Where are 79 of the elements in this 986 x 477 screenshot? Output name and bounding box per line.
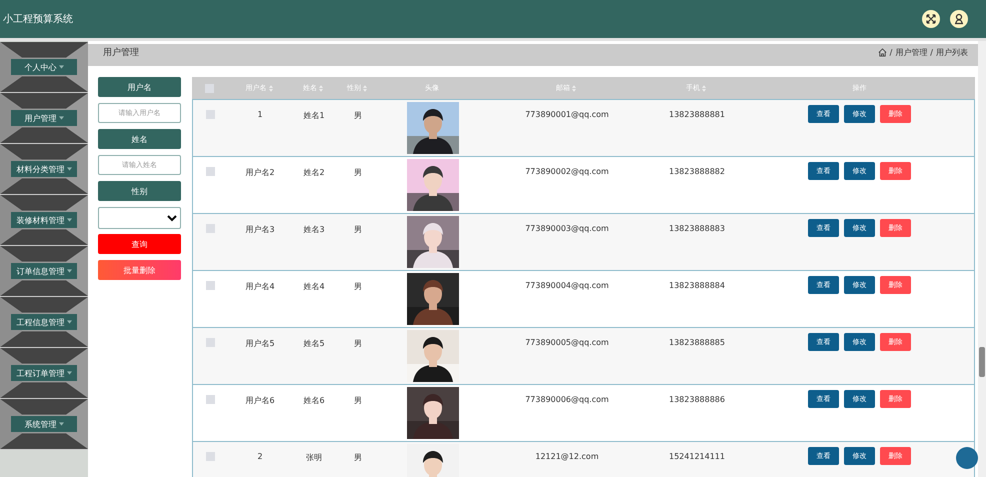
- table-cell: 773890005@qq.com: [525, 338, 609, 347]
- table-cell: 773890002@qq.com: [525, 167, 609, 176]
- caret-icon: [66, 269, 72, 273]
- caret-icon: [66, 167, 72, 171]
- checkbox[interactable]: [206, 338, 214, 347]
- field-label: 性别: [98, 181, 181, 201]
- breadcrumb-link[interactable]: 用户管理: [895, 47, 928, 58]
- table-cell: 男: [354, 338, 362, 349]
- table-cell: 姓名6: [303, 395, 325, 406]
- sort-icon[interactable]: [572, 84, 576, 92]
- sidebar-item[interactable]: 工程信息管理: [0, 297, 88, 348]
- table-cell: 姓名5: [303, 338, 325, 349]
- caret-icon: [66, 320, 72, 324]
- table-cell: 姓名3: [303, 224, 325, 235]
- table-cell: 男: [354, 224, 362, 235]
- breadcrumb-separator: /: [930, 48, 933, 57]
- app-title: 小工程预算系统: [3, 12, 73, 26]
- query-button[interactable]: 查询: [98, 234, 181, 254]
- sidebar-item[interactable]: 用户管理: [0, 93, 88, 144]
- caret-icon: [66, 371, 72, 375]
- breadcrumb-link[interactable]: 用户列表: [936, 47, 968, 58]
- checkbox[interactable]: [206, 395, 214, 404]
- checkbox[interactable]: [204, 84, 214, 92]
- table-cell: 男: [354, 167, 362, 178]
- table-cell: 13823888883: [669, 224, 725, 233]
- table-cell: 773890006@qq.com: [525, 395, 609, 404]
- table-cell: 13823888885: [669, 338, 725, 347]
- table-cell: 男: [354, 110, 362, 121]
- checkbox[interactable]: [206, 452, 214, 461]
- sort-icon[interactable]: [363, 84, 367, 92]
- user-icon[interactable]: [950, 10, 968, 28]
- checkbox[interactable]: [206, 110, 214, 119]
- table-cell: 用户名3: [245, 224, 275, 235]
- table-cell: 用户名5: [245, 338, 275, 349]
- table-cell: 用户名6: [245, 395, 275, 406]
- sidebar-item[interactable]: 材料分类管理: [0, 144, 88, 195]
- select-field[interactable]: [98, 207, 181, 229]
- table-cell: 姓名1: [303, 110, 325, 121]
- table-cell: 13823888886: [669, 395, 725, 404]
- field-label: 姓名: [98, 129, 181, 149]
- table-cell: 姓名4: [303, 281, 325, 292]
- sidebar-item[interactable]: 装修材料管理: [0, 195, 88, 246]
- table-cell: 773890003@qq.com: [525, 224, 609, 233]
- sort-icon[interactable]: [702, 84, 706, 92]
- checkbox[interactable]: [206, 281, 214, 290]
- table-cell: 姓名2: [303, 167, 325, 178]
- table-cell: 男: [354, 281, 362, 292]
- caret-icon: [58, 422, 64, 426]
- scrollbar[interactable]: [978, 41, 986, 477]
- table-cell: 12121@12.com: [535, 452, 599, 461]
- table-cell: 用户名2: [245, 167, 275, 178]
- table-cell: 男: [354, 452, 362, 463]
- table-cell: 13823888881: [669, 110, 725, 119]
- sidebar-item[interactable]: 个人中心: [0, 42, 88, 93]
- table-cell: 2: [257, 452, 263, 461]
- table-cell: 1: [257, 110, 263, 119]
- sidebar-item[interactable]: 订单信息管理: [0, 246, 88, 297]
- table-cell: 男: [354, 395, 362, 406]
- caret-icon: [58, 116, 64, 120]
- sidebar-item[interactable]: 系统管理: [0, 399, 88, 450]
- page-title: 用户管理: [103, 46, 139, 59]
- caret-icon: [66, 218, 72, 222]
- sort-icon[interactable]: [268, 84, 272, 92]
- table-cell: 773890001@qq.com: [525, 110, 609, 119]
- table-cell: 15241214111: [669, 452, 725, 461]
- table-cell: 773890004@qq.com: [525, 281, 609, 290]
- home-icon[interactable]: [878, 48, 887, 57]
- checkbox[interactable]: [206, 167, 214, 176]
- field-label: 用户名: [98, 77, 181, 97]
- table-cell: 用户名4: [245, 281, 275, 292]
- checkbox[interactable]: [206, 224, 214, 233]
- fullscreen-icon[interactable]: [922, 10, 940, 28]
- breadcrumb-separator: /: [890, 48, 892, 57]
- sort-icon[interactable]: [319, 84, 323, 92]
- sidebar-item[interactable]: 工程订单管理: [0, 348, 88, 399]
- caret-icon: [58, 65, 64, 69]
- table-cell: 13823888884: [669, 281, 725, 290]
- table-cell: 张明: [306, 452, 322, 463]
- table-cell: 13823888882: [669, 167, 725, 176]
